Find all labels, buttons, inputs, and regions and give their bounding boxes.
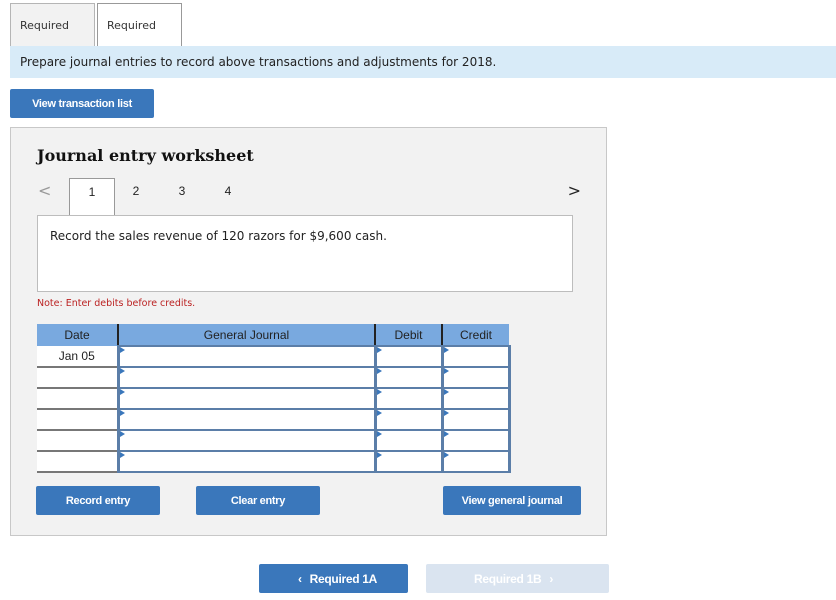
debit-input[interactable]: [373, 345, 444, 368]
next-required-label: Required 1B: [473, 571, 542, 586]
credit-input[interactable]: [440, 450, 511, 473]
worksheet-title: Journal entry worksheet: [37, 146, 254, 165]
page-4[interactable]: 4: [205, 178, 251, 215]
date-cell: [37, 430, 118, 452]
header-general-journal: General Journal: [117, 324, 375, 346]
record-entry-button[interactable]: Record entry: [36, 486, 160, 515]
account-input[interactable]: [116, 450, 377, 473]
view-transaction-list-button[interactable]: View transaction list: [10, 89, 154, 118]
date-cell: [37, 409, 118, 431]
table-row: [37, 450, 511, 473]
tab-required-1b[interactable]: Required 1B: [97, 3, 182, 75]
credit-input[interactable]: [440, 387, 511, 410]
debit-input[interactable]: [373, 366, 444, 389]
credit-input[interactable]: [440, 345, 511, 368]
date-cell: [37, 388, 118, 410]
tab-bar: Required 1A Required 1B: [10, 3, 182, 75]
date-cell: [37, 451, 118, 473]
account-input[interactable]: [116, 387, 377, 410]
journal-table: Date General Journal Debit Credit Jan 05: [37, 324, 511, 473]
debit-input[interactable]: [373, 450, 444, 473]
prev-required-label: Required 1A: [309, 571, 378, 586]
view-general-journal-button[interactable]: View general journal: [443, 486, 581, 515]
page-3[interactable]: 3: [159, 178, 205, 215]
debit-input[interactable]: [373, 429, 444, 452]
tab-required-1a[interactable]: Required 1A: [10, 3, 95, 75]
table-row: [37, 366, 511, 389]
chevron-right-icon[interactable]: >: [568, 181, 581, 200]
table-header-row: Date General Journal Debit Credit: [37, 324, 509, 346]
credit-input[interactable]: [440, 408, 511, 431]
table-row: Jan 05: [37, 345, 511, 368]
date-cell: [37, 367, 118, 389]
account-input[interactable]: [116, 408, 377, 431]
transaction-description: Record the sales revenue of 120 razors f…: [37, 215, 573, 292]
credit-input[interactable]: [440, 429, 511, 452]
page-2[interactable]: 2: [113, 178, 159, 215]
header-credit: Credit: [441, 324, 509, 346]
header-date: Date: [37, 324, 118, 346]
note-text: Note: Enter debits before credits.: [37, 298, 196, 309]
prev-required-1a-button[interactable]: ‹ Required 1A: [259, 564, 408, 593]
credit-input[interactable]: [440, 366, 511, 389]
debit-input[interactable]: [373, 387, 444, 410]
debit-input[interactable]: [373, 408, 444, 431]
table-row: [37, 429, 511, 452]
table-row: [37, 387, 511, 410]
account-input[interactable]: [116, 345, 377, 368]
page-1[interactable]: 1: [69, 178, 115, 216]
journal-entry-worksheet: Journal entry worksheet < 1 2 3 4 > Reco…: [10, 127, 607, 536]
account-input[interactable]: [116, 366, 377, 389]
account-input[interactable]: [116, 429, 377, 452]
header-debit: Debit: [374, 324, 442, 346]
chevron-left-icon: ‹: [297, 571, 302, 586]
date-cell: Jan 05: [37, 346, 118, 368]
worksheet-pager: < 1 2 3 4 >: [35, 178, 585, 216]
instruction-banner: Prepare journal entries to record above …: [10, 46, 836, 78]
clear-entry-button[interactable]: Clear entry: [196, 486, 320, 515]
chevron-left-icon[interactable]: <: [38, 181, 51, 200]
chevron-right-icon: ›: [549, 571, 554, 586]
next-required-1b-button: Required 1B ›: [426, 564, 609, 593]
table-row: [37, 408, 511, 431]
